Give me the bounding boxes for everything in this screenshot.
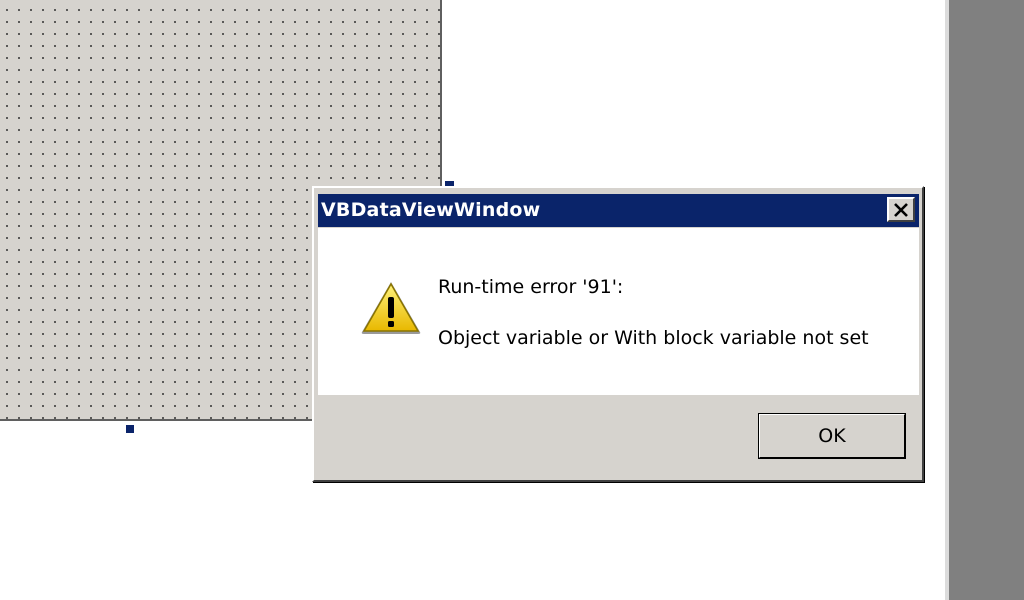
ok-button[interactable]: OK bbox=[758, 413, 906, 459]
dialog-title: VBDataViewWindow bbox=[321, 199, 541, 221]
error-dialog: VBDataViewWindow Run-time error '91': Ob… bbox=[312, 186, 924, 482]
right-panel bbox=[945, 0, 1024, 600]
resize-handle-bottom[interactable] bbox=[126, 425, 134, 433]
error-title: Run-time error '91': bbox=[438, 276, 624, 298]
warning-icon bbox=[361, 282, 421, 334]
dialog-content: Run-time error '91': Object variable or … bbox=[318, 228, 919, 395]
error-message: Object variable or With block variable n… bbox=[438, 327, 869, 349]
screen: VBDataViewWindow Run-time error '91': Ob… bbox=[0, 0, 1024, 600]
close-icon bbox=[894, 202, 908, 217]
dialog-titlebar[interactable]: VBDataViewWindow bbox=[318, 194, 919, 227]
close-button[interactable] bbox=[887, 197, 915, 222]
